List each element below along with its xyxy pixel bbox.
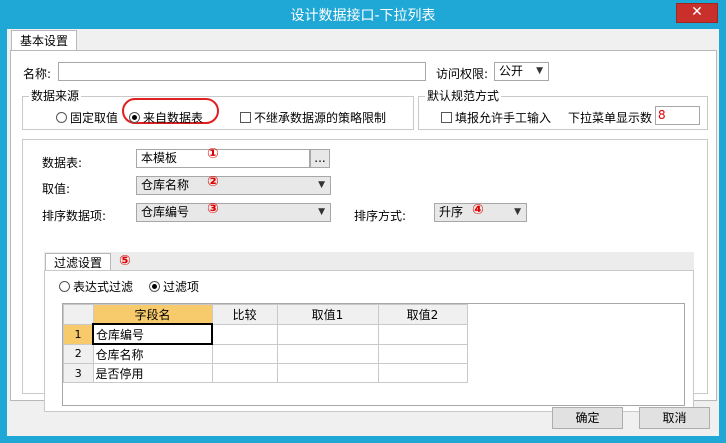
grid-header-row: 字段名 比较 取值1 取值2: [63, 304, 468, 325]
radio-from-data-table[interactable]: 来自数据表: [129, 109, 203, 126]
table-label: 数据表:: [42, 156, 83, 170]
column-header[interactable]: 字段名: [92, 304, 213, 325]
compare-cell[interactable]: [211, 363, 278, 383]
filter-items-label: 过滤项: [163, 280, 200, 294]
close-icon: ✕: [691, 4, 703, 20]
dropdown-count-label: 下拉菜单显示数: [568, 111, 653, 125]
value-selected: 仓库名称: [141, 178, 190, 192]
radio-filter-items[interactable]: 过滤项: [149, 278, 199, 295]
radio-expression-filter[interactable]: 表达式过滤: [59, 278, 133, 295]
table-row[interactable]: 3 是否停用: [63, 363, 468, 383]
radio-selected-icon: [129, 112, 140, 123]
row-number: 3: [63, 363, 94, 383]
compare-cell[interactable]: [211, 323, 278, 345]
field-cell[interactable]: 仓库名称: [92, 343, 213, 364]
radio-icon: [56, 112, 67, 123]
chevron-down-icon: ▼: [318, 207, 325, 217]
dialog-window: 设计数据接口-下拉列表 ✕ 基本设置 名称: 访问权限: 公开 ▼ 数据来源 固…: [0, 0, 726, 443]
value2-cell[interactable]: [377, 363, 468, 383]
no-inherit-label: 不继承数据源的策略限制: [254, 111, 387, 125]
chevron-down-icon: ▼: [514, 207, 521, 217]
value1-cell[interactable]: [276, 363, 379, 383]
basic-settings-panel: 名称: 访问权限: 公开 ▼ 数据来源 固定取值 来自数据表 不继承数据源的策略…: [10, 50, 717, 412]
marker-5: ⑤: [119, 253, 131, 269]
sort-field-label: 排序数据项:: [42, 209, 107, 223]
chevron-down-icon: ▼: [536, 66, 543, 76]
marker-4: ④: [472, 202, 484, 218]
ok-button[interactable]: 确定: [552, 407, 623, 429]
value1-cell[interactable]: [276, 343, 379, 364]
value-select[interactable]: 仓库名称 ▼: [136, 176, 331, 195]
sort-field-selected: 仓库编号: [141, 205, 190, 219]
filter-table: 字段名 比较 取值1 取值2 1 仓库编号 2 仓库名称 3 是否停用: [63, 304, 468, 383]
dialog-client: 基本设置 名称: 访问权限: 公开 ▼ 数据来源 固定取值 来自数据表 不继承数…: [7, 29, 719, 436]
checkbox-allow-manual[interactable]: 填报允许手工输入: [441, 109, 551, 126]
radio-selected-icon: [149, 281, 160, 292]
name-label: 名称:: [23, 67, 52, 81]
access-select[interactable]: 公开 ▼: [494, 62, 549, 81]
cancel-button[interactable]: 取消: [639, 407, 710, 429]
sort-mode-label: 排序方式:: [354, 209, 407, 223]
browse-button[interactable]: ...: [310, 149, 330, 168]
filter-grid[interactable]: 字段名 比较 取值1 取值2 1 仓库编号 2 仓库名称 3 是否停用: [62, 303, 685, 406]
marker-2: ②: [207, 174, 219, 190]
tab-basic-settings[interactable]: 基本设置: [11, 30, 77, 51]
checkbox-icon: [240, 112, 251, 123]
table-row[interactable]: 2 仓库名称: [63, 343, 468, 364]
compare-cell[interactable]: [211, 343, 278, 364]
window-title: 设计数据接口-下拉列表: [290, 8, 436, 24]
radio-from-data-label: 来自数据表: [143, 111, 204, 125]
marker-1: ①: [207, 146, 219, 162]
value2-cell[interactable]: [377, 343, 468, 364]
column-header[interactable]: 比较: [211, 304, 278, 325]
value-label: 取值:: [42, 182, 71, 196]
value1-cell[interactable]: [276, 323, 379, 345]
title-bar[interactable]: 设计数据接口-下拉列表 ✕: [0, 0, 726, 29]
default-spec-group-title: 默认规范方式: [425, 87, 502, 104]
checkbox-no-inherit[interactable]: 不继承数据源的策略限制: [240, 109, 386, 126]
filter-tab-bar: [44, 252, 694, 271]
column-header[interactable]: 取值1: [276, 304, 379, 325]
field-cell[interactable]: 是否停用: [92, 363, 213, 383]
filter-panel: 表达式过滤 过滤项 字段名 比较 取值1 取值2 1 仓库编号 2 仓库名称 3…: [44, 270, 694, 412]
close-button[interactable]: ✕: [676, 3, 718, 23]
name-field[interactable]: [58, 62, 426, 81]
row-number: 2: [63, 343, 94, 364]
value2-cell[interactable]: [377, 323, 468, 345]
marker-3: ③: [207, 201, 219, 217]
table-field[interactable]: 本模板: [136, 149, 310, 168]
data-source-group-title: 数据来源: [29, 87, 82, 104]
field-cell[interactable]: 仓库编号: [92, 323, 213, 345]
sort-mode-selected: 升序: [439, 205, 464, 219]
corner-cell: [63, 304, 94, 325]
row-number: 1: [63, 323, 94, 345]
radio-icon: [59, 281, 70, 292]
sort-field-select[interactable]: 仓库编号 ▼: [136, 203, 331, 222]
access-value: 公开: [499, 64, 524, 78]
checkbox-icon: [441, 112, 452, 123]
access-label: 访问权限:: [436, 67, 489, 81]
expression-filter-label: 表达式过滤: [73, 280, 134, 294]
radio-fixed-label: 固定取值: [70, 111, 119, 125]
table-row[interactable]: 1 仓库编号: [63, 323, 468, 345]
dropdown-count-input[interactable]: 8: [655, 106, 700, 125]
chevron-down-icon: ▼: [318, 180, 325, 190]
column-header[interactable]: 取值2: [377, 304, 468, 325]
radio-fixed-value[interactable]: 固定取值: [56, 109, 118, 126]
allow-manual-label: 填报允许手工输入: [455, 111, 552, 125]
